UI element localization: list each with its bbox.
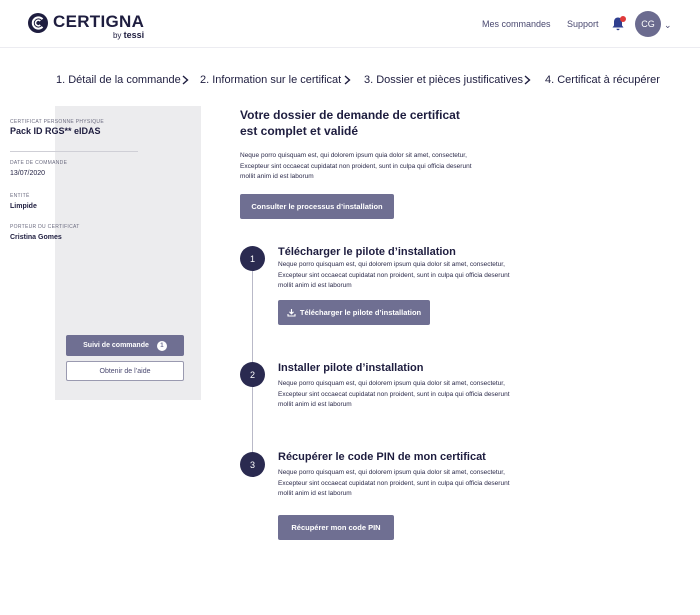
page-title-line2: est complet et validé [240,124,359,138]
download-driver-label: Télécharger le pilote d’installation [299,308,422,317]
divider [10,151,138,152]
certigna-logo-icon [28,13,48,33]
brand-logo[interactable]: CERTIGNA by tessi [28,13,144,40]
timeline-line [252,258,253,464]
download-driver-button[interactable]: Télécharger le pilote d’installation [278,300,430,325]
brand-tessi: tessi [123,30,145,40]
chevron-right-icon [182,75,189,85]
step-title: Télécharger le pilote d’installation [278,246,456,258]
order-tracking-button[interactable]: Suivi de commande 1 [66,335,184,356]
get-help-button[interactable]: Obtenir de l’aide [66,361,184,381]
order-tracking-label: Suivi de commande [83,342,149,349]
retrieve-pin-button[interactable]: Récupérer mon code PIN [278,515,394,540]
step-number-badge: 1 [240,246,265,271]
step-title: Récupérer le code PIN de mon certificat [278,451,486,463]
brand-name: CERTIGNA [53,12,145,31]
intro-text: Neque porro quisquam est, qui dolorem ip… [240,152,472,180]
notification-dot [620,16,626,22]
step-text: Neque porro quisquam est, qui dolorem ip… [278,261,510,289]
order-date-label: DATE DE COMMANDE [10,160,68,166]
brand-byline: by tessi [53,30,144,40]
step-retrieve-certificate[interactable]: 4. Certificat à récupérer [545,74,660,86]
order-date-value: 13/07/2020 [10,170,46,177]
step-number-badge: 2 [240,362,265,387]
step-number-badge: 3 [240,452,265,477]
avatar[interactable]: CG [635,11,661,37]
holder-value: Cristina Gomes [10,234,62,241]
page-title-line1: Votre dossier de demande de certificat [240,108,460,122]
page-title: Votre dossier de demande de certificat e… [240,107,470,139]
step-text: Neque porro quisquam est, qui dolorem ip… [278,469,510,497]
entity-label: ENTITÉ [10,193,30,199]
download-icon [287,309,296,317]
chevron-down-icon[interactable]: ⌄ [664,20,672,31]
nav-my-orders[interactable]: Mes commandes [482,19,551,29]
nav-support[interactable]: Support [567,19,599,29]
step-order-detail[interactable]: 1. Détail de la commande [56,74,181,86]
step-documents[interactable]: 3. Dossier et pièces justificatives [364,74,523,86]
install-process-button[interactable]: Consulter le processus d’installation [240,194,394,219]
entity-value: Limpide [10,203,37,210]
brand-by: by [112,31,122,40]
chevron-right-icon [524,75,531,85]
step-title: Installer pilote d’installation [278,362,424,374]
step-text: Neque porro quisquam est, qui dolorem ip… [278,380,510,408]
holder-label: PORTEUR DU CERTIFICAT [10,224,80,230]
status-badge: 1 [156,340,167,351]
top-header: CERTIGNA by tessi Mes commandes Support … [0,0,700,48]
chevron-right-icon [344,75,351,85]
step-certificate-info[interactable]: 2. Information sur le certificat [200,74,341,86]
cert-product: Pack ID RGS** eIDAS [10,126,101,136]
cert-type-label: CERTIFICAT PERSONNE PHYSIQUE [10,119,104,125]
order-stepper: 1. Détail de la commande 2. Information … [0,74,700,88]
